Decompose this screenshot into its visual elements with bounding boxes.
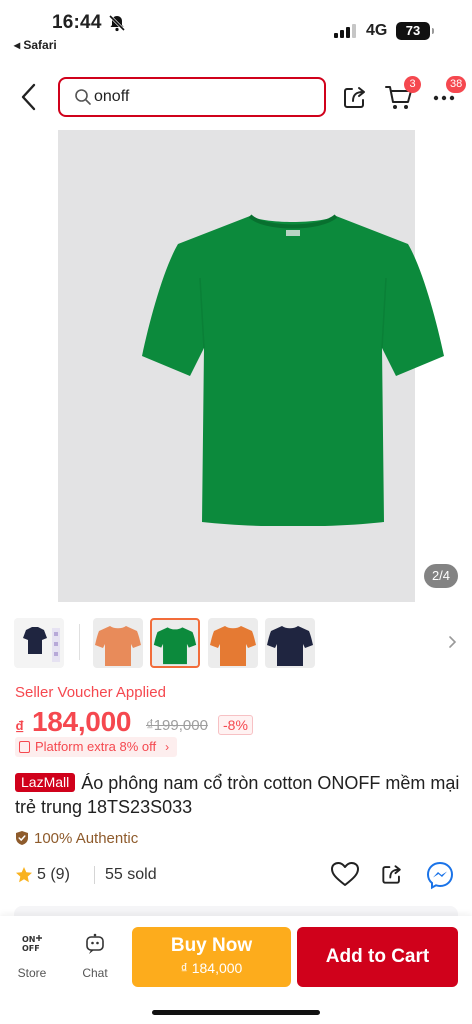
top-navigation: onoff 3 38	[0, 66, 472, 128]
product-photo	[58, 130, 444, 602]
green-tshirt-image	[142, 214, 444, 526]
currency-symbol: ₫	[15, 718, 25, 738]
share-icon[interactable]	[340, 82, 370, 112]
rating-score[interactable]: 5 (9)	[37, 866, 70, 884]
lazmall-badge: LazMall	[15, 773, 76, 792]
silent-bell-icon	[108, 14, 126, 32]
authentic-row: 100% Authentic	[15, 828, 138, 848]
shield-check-icon	[16, 831, 28, 845]
thumbnail-divider	[79, 624, 80, 660]
notification-count-badge: 38	[446, 76, 467, 93]
buy-now-label: Buy Now	[170, 935, 253, 956]
chevron-right-icon[interactable]	[448, 634, 458, 650]
more-menu-button[interactable]: 38	[430, 76, 467, 112]
tshirt-thumbnail-icon	[210, 626, 256, 666]
chevron-right-icon: ›	[165, 740, 170, 754]
bottom-action-bar: ON OFF Store Chat Buy Now ₫ 184,000 Add …	[0, 916, 472, 1024]
store-button[interactable]: ON OFF Store	[10, 932, 54, 982]
back-to-safari-link[interactable]: ◂ Safari	[14, 38, 57, 52]
search-box[interactable]: onoff	[58, 77, 326, 117]
buy-now-button[interactable]: Buy Now ₫ 184,000	[132, 927, 291, 987]
tshirt-thumbnail-icon	[95, 626, 141, 666]
gallery-counter: 2/4	[424, 564, 458, 588]
status-bar: 16:44 ◂ Safari 4G 73	[0, 0, 472, 56]
star-icon	[16, 867, 32, 883]
thumbnail-orange-light[interactable]	[93, 618, 143, 668]
chat-label: Chat	[82, 966, 108, 980]
heart-icon[interactable]	[330, 860, 360, 888]
size-chart-icon	[23, 627, 60, 662]
authentic-label: 100% Authentic	[34, 829, 139, 847]
messenger-icon[interactable]	[425, 860, 455, 890]
cellular-signal-icon	[334, 24, 360, 38]
cart-count-badge: 3	[404, 76, 421, 93]
variant-thumbnails	[0, 614, 472, 670]
tshirt-thumbnail-icon	[153, 627, 197, 665]
store-logo-icon: ON OFF	[22, 935, 42, 953]
add-to-cart-button[interactable]: Add to Cart	[297, 927, 458, 987]
search-input[interactable]: onoff	[94, 88, 129, 106]
thumbnail-orange[interactable]	[208, 618, 258, 668]
product-title-text: Áo phông nam cổ tròn cotton ONOFF mềm mạ…	[15, 773, 460, 817]
buy-now-price: ₫ 184,000	[180, 960, 243, 976]
share-icon[interactable]	[379, 861, 405, 887]
thumbnail-green-selected[interactable]	[150, 618, 200, 668]
rating-divider	[94, 866, 95, 884]
thumbnail-navy[interactable]	[265, 618, 315, 668]
chat-icon	[86, 933, 104, 954]
thumbnail-size-chart[interactable]	[14, 618, 64, 668]
platform-offer-label: Platform extra 8% off	[35, 739, 157, 754]
original-price: ₫199,000	[146, 717, 208, 734]
product-gallery[interactable]: 2/4	[0, 128, 472, 602]
store-label: Store	[17, 966, 47, 980]
svg-text:OFF: OFF	[22, 944, 40, 953]
current-price: 184,000	[32, 706, 132, 737]
back-arrow-icon[interactable]	[14, 80, 44, 114]
svg-text:ON: ON	[22, 935, 36, 944]
product-title: LazMall Áo phông nam cổ tròn cotton ONOFF…	[15, 771, 465, 819]
rating-row: 5 (9) 55 sold	[15, 860, 460, 890]
network-type: 4G	[366, 22, 388, 39]
battery-indicator: 73	[396, 22, 434, 40]
status-time: 16:44	[52, 12, 102, 33]
cart-button[interactable]: 3	[384, 76, 421, 112]
chat-button[interactable]: Chat	[72, 932, 118, 982]
sold-count: 55 sold	[105, 866, 157, 883]
discount-badge: -8%	[218, 715, 253, 735]
search-icon	[75, 89, 91, 105]
platform-offer-tag[interactable]: Platform extra 8% off ›	[15, 737, 178, 757]
seller-voucher-label: Seller Voucher Applied	[15, 684, 166, 701]
tshirt-thumbnail-icon	[267, 626, 313, 666]
home-indicator	[152, 1010, 320, 1015]
voucher-icon	[19, 741, 30, 753]
